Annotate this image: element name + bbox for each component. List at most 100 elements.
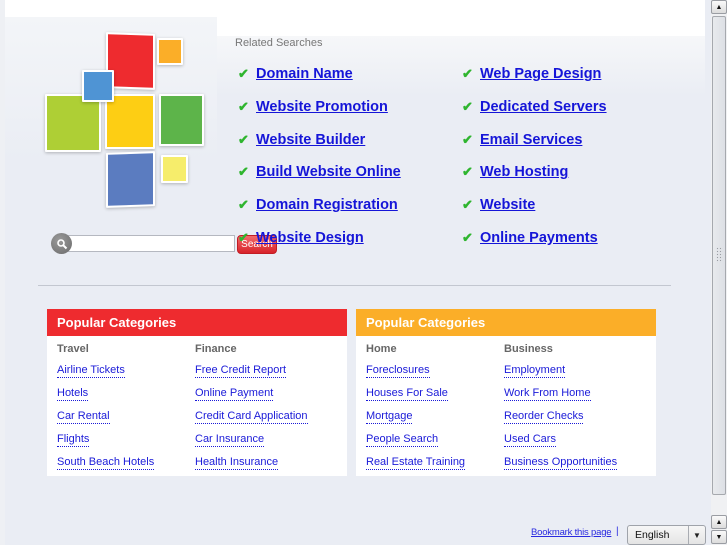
category-link[interactable]: Health Insurance xyxy=(195,456,279,470)
category-link-row: Free Credit Report xyxy=(195,360,308,383)
check-icon: ✔ xyxy=(238,164,249,180)
category-link-row: Health Insurance xyxy=(195,452,308,475)
header-area xyxy=(217,17,705,36)
category-link[interactable]: Hotels xyxy=(57,387,89,401)
related-search-link[interactable]: Email Services xyxy=(480,132,582,148)
category-column-title: Home xyxy=(366,343,397,355)
category-link-row: Work From Home xyxy=(504,383,617,406)
check-icon: ✔ xyxy=(238,197,249,213)
chevron-down-icon: ▼ xyxy=(688,526,705,544)
related-search-link[interactable]: Dedicated Servers xyxy=(480,99,607,115)
related-search-link[interactable]: Website xyxy=(480,197,535,213)
category-link-row: Hotels xyxy=(57,383,154,406)
category-link-row: Online Payment xyxy=(195,383,308,406)
related-search-item: ✔ Email Services xyxy=(462,130,582,150)
related-search-item: ✔ Domain Name xyxy=(238,64,353,84)
related-search-item: ✔ Website Builder xyxy=(238,130,365,150)
related-search-link[interactable]: Domain Registration xyxy=(256,197,398,213)
category-header: Popular Categories xyxy=(356,309,656,336)
arrow-down-icon: ▼ xyxy=(715,533,723,541)
category-link[interactable]: Foreclosures xyxy=(366,364,430,378)
arrow-up-icon: ▲ xyxy=(715,518,723,526)
vertical-scrollbar[interactable]: ▲ ▲ ▼ xyxy=(711,0,727,545)
related-search-link[interactable]: Website Builder xyxy=(256,132,365,148)
category-link-row: South Beach Hotels xyxy=(57,452,155,475)
category-link[interactable]: Airline Tickets xyxy=(57,364,125,378)
category-link[interactable]: Online Payment xyxy=(195,387,274,401)
related-searches-title: Related Searches xyxy=(235,37,323,49)
category-link[interactable]: Mortgage xyxy=(366,410,413,424)
related-search-item: ✔ Build Website Online xyxy=(238,162,401,182)
category-link[interactable]: Car Insurance xyxy=(195,433,265,447)
top-band xyxy=(5,0,705,17)
related-search-link[interactable]: Domain Name xyxy=(256,66,353,82)
related-search-link[interactable]: Web Hosting xyxy=(480,164,568,180)
category-link-row: Real Estate Training xyxy=(366,452,466,475)
category-link-row: Used Cars xyxy=(504,429,617,452)
logo-tile-blue-small xyxy=(82,70,114,102)
related-search-item: ✔ Dedicated Servers xyxy=(462,97,607,117)
category-column-title: Travel xyxy=(57,343,89,355)
category-link-row: Mortgage xyxy=(366,406,465,429)
category-link[interactable]: People Search xyxy=(366,433,439,447)
related-search-link[interactable]: Online Payments xyxy=(480,230,598,246)
category-link[interactable]: Reorder Checks xyxy=(504,410,584,424)
check-icon: ✔ xyxy=(238,66,249,81)
search-input[interactable] xyxy=(68,235,235,252)
category-link-row: Houses For Sale xyxy=(366,383,465,406)
logo-tile-green xyxy=(159,94,204,146)
category-link[interactable]: Employment xyxy=(504,364,566,378)
logo-tile-light-yellow xyxy=(161,155,188,183)
category-link[interactable]: Credit Card Application xyxy=(195,410,308,424)
scrollbar-thumb[interactable] xyxy=(712,16,726,495)
category-link[interactable]: Business Opportunities xyxy=(504,456,618,470)
category-link[interactable]: Used Cars xyxy=(504,433,556,447)
category-link-row: Foreclosures xyxy=(366,360,465,383)
scroll-up-button-bottom[interactable]: ▲ xyxy=(711,515,727,529)
category-link[interactable]: Car Rental xyxy=(57,410,110,424)
category-link-row: Flights xyxy=(57,429,154,452)
logo-tile-yellow xyxy=(105,94,155,149)
related-search-item: ✔ Website xyxy=(462,195,535,215)
grip-icon xyxy=(716,247,723,263)
category-column: Home Foreclosures Houses For Sale Mortgage P… xyxy=(366,343,466,475)
check-icon: ✔ xyxy=(462,197,473,213)
category-link-row: Credit Card Application xyxy=(195,406,308,429)
bookmark-link[interactable]: Bookmark this page xyxy=(531,527,612,538)
category-link[interactable]: Houses For Sale xyxy=(366,387,448,401)
check-icon: ✔ xyxy=(462,164,473,180)
footer-separator: | xyxy=(616,526,619,537)
related-search-item: ✔ Web Hosting xyxy=(462,162,568,182)
category-link[interactable]: Real Estate Training xyxy=(366,456,466,470)
category-link-row: People Search xyxy=(366,429,465,452)
category-link-row: Car Insurance xyxy=(195,429,308,452)
category-link[interactable]: Free Credit Report xyxy=(195,364,287,378)
scroll-up-button[interactable]: ▲ xyxy=(711,0,727,14)
category-link[interactable]: Work From Home xyxy=(504,387,591,401)
check-icon: ✔ xyxy=(238,98,249,114)
category-link-row: Business Opportunities xyxy=(504,452,618,475)
category-box-orange: Popular Categories Home Foreclosures House… xyxy=(356,309,656,476)
related-search-link[interactable]: Build Website Online xyxy=(256,164,401,180)
related-search-item: ✔ Online Payments xyxy=(462,228,598,248)
category-link-row: Employment xyxy=(504,360,617,383)
category-link[interactable]: Flights xyxy=(57,433,90,447)
scroll-down-button[interactable]: ▼ xyxy=(711,530,727,544)
category-link-row: Car Rental xyxy=(57,406,154,429)
logo-tile-orange xyxy=(157,38,183,65)
related-search-link[interactable]: Website Design xyxy=(256,230,364,246)
search-icon xyxy=(51,233,72,254)
category-link[interactable]: South Beach Hotels xyxy=(57,456,155,470)
arrow-up-icon: ▲ xyxy=(715,3,723,11)
related-search-item: ✔ Web Page Design xyxy=(462,64,601,84)
section-divider xyxy=(38,285,671,286)
check-icon: ✔ xyxy=(238,230,249,245)
language-select[interactable]: English ▼ xyxy=(627,525,706,545)
related-search-link[interactable]: Website Promotion xyxy=(256,99,388,115)
language-selected: English xyxy=(635,529,670,541)
check-icon: ✔ xyxy=(462,98,473,114)
check-icon: ✔ xyxy=(462,66,473,81)
category-box-red: Popular Categories Travel Airline Tickets… xyxy=(47,309,347,476)
related-search-link[interactable]: Web Page Design xyxy=(480,66,601,82)
logo-tile-blue xyxy=(106,151,155,208)
